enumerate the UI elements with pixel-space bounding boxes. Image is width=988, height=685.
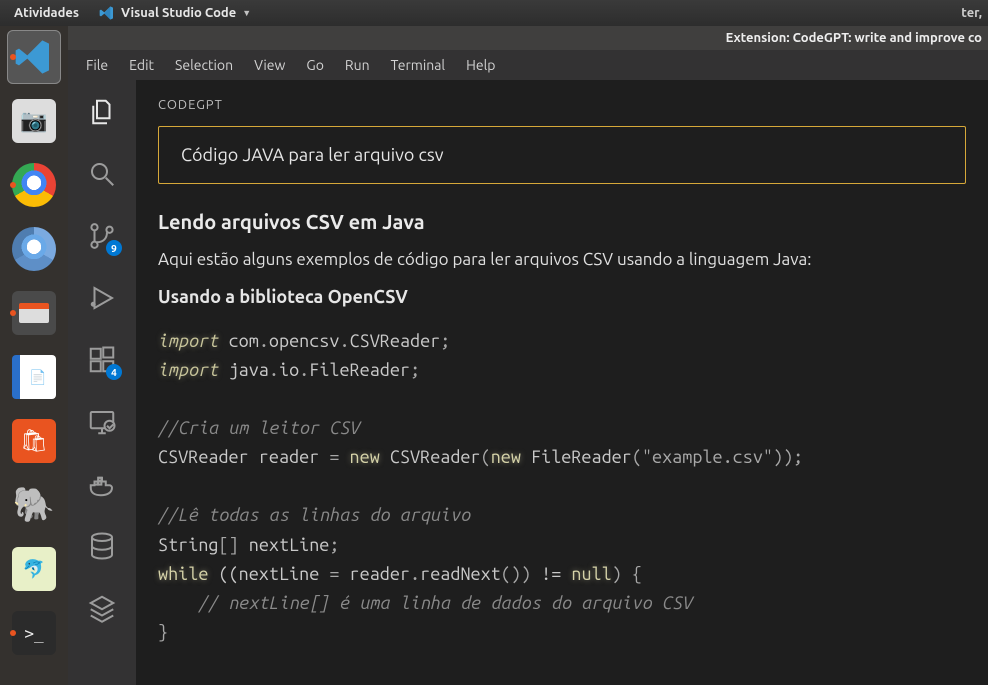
dock-files[interactable] (7, 286, 61, 340)
dock-terminal[interactable]: >_ (7, 606, 61, 660)
gnome-activities[interactable]: Atividades (0, 6, 93, 20)
code-block: import com.opencsv.CSVReader; import jav… (158, 321, 966, 654)
menu-view[interactable]: View (244, 53, 295, 77)
scm-badge: 9 (106, 240, 122, 256)
activity-debug[interactable] (80, 276, 124, 320)
dock-software[interactable]: 🛍 (7, 414, 61, 468)
docker-icon (87, 469, 117, 499)
activity-explorer[interactable] (80, 90, 124, 134)
activity-bar: 9 4 (68, 80, 136, 685)
response-paragraph: Aqui estão alguns exemplos de código par… (158, 247, 966, 273)
window-title-bar: Extension: CodeGPT: write and improve co (68, 26, 988, 50)
menu-bar: File Edit Selection View Go Run Terminal… (68, 50, 988, 80)
dock-writer[interactable]: 📄 (7, 350, 61, 404)
codegpt-panel: CODEGPT Código JAVA para ler arquivo csv… (136, 80, 988, 685)
search-icon (87, 159, 117, 189)
response-heading: Lendo arquivos CSV em Java (158, 210, 966, 233)
response-subheading: Usando a biblioteca OpenCSV (158, 287, 966, 307)
gnome-top-bar: Atividades Visual Studio Code ▼ ter, (0, 0, 988, 26)
menu-run[interactable]: Run (335, 53, 380, 77)
vscode-window: File Edit Selection View Go Run Terminal… (68, 50, 988, 685)
activity-extensions[interactable]: 4 (80, 338, 124, 382)
layers-icon (87, 593, 117, 623)
activity-docker[interactable] (80, 462, 124, 506)
database-icon (87, 531, 117, 561)
gnome-app-menu[interactable]: Visual Studio Code ▼ (93, 5, 257, 21)
activity-scm[interactable]: 9 (80, 214, 124, 258)
menu-edit[interactable]: Edit (119, 53, 164, 77)
dock-chrome[interactable] (7, 158, 61, 212)
vscode-icon (99, 5, 115, 21)
menu-file[interactable]: File (76, 53, 118, 77)
menu-help[interactable]: Help (456, 53, 505, 77)
dropdown-icon: ▼ (242, 8, 251, 18)
remote-icon (87, 407, 117, 437)
activity-layers[interactable] (80, 586, 124, 630)
activity-database[interactable] (80, 524, 124, 568)
panel-title: CODEGPT (158, 98, 966, 112)
activity-search[interactable] (80, 152, 124, 196)
ext-badge: 4 (106, 364, 122, 380)
menu-go[interactable]: Go (296, 53, 333, 77)
dock-mysql[interactable]: 🐬 (7, 542, 61, 596)
menu-selection[interactable]: Selection (165, 53, 243, 77)
vscode-icon (14, 37, 54, 77)
dock-postgres[interactable]: 🐘 (7, 478, 61, 532)
ubuntu-dock: 📷 📄 🛍 🐘 🐬 >_ (0, 26, 68, 685)
debug-icon (87, 283, 117, 313)
window-title: Extension: CodeGPT: write and improve co (726, 31, 982, 45)
activity-remote[interactable] (80, 400, 124, 444)
files-icon (87, 97, 117, 127)
prompt-input[interactable]: Código JAVA para ler arquivo csv (158, 126, 966, 184)
gnome-clock: ter, (961, 6, 988, 20)
menu-terminal[interactable]: Terminal (381, 53, 456, 77)
dock-vscode[interactable] (7, 30, 61, 84)
dock-chromium[interactable] (7, 222, 61, 276)
gnome-app-name: Visual Studio Code (121, 6, 236, 20)
dock-camera[interactable]: 📷 (7, 94, 61, 148)
